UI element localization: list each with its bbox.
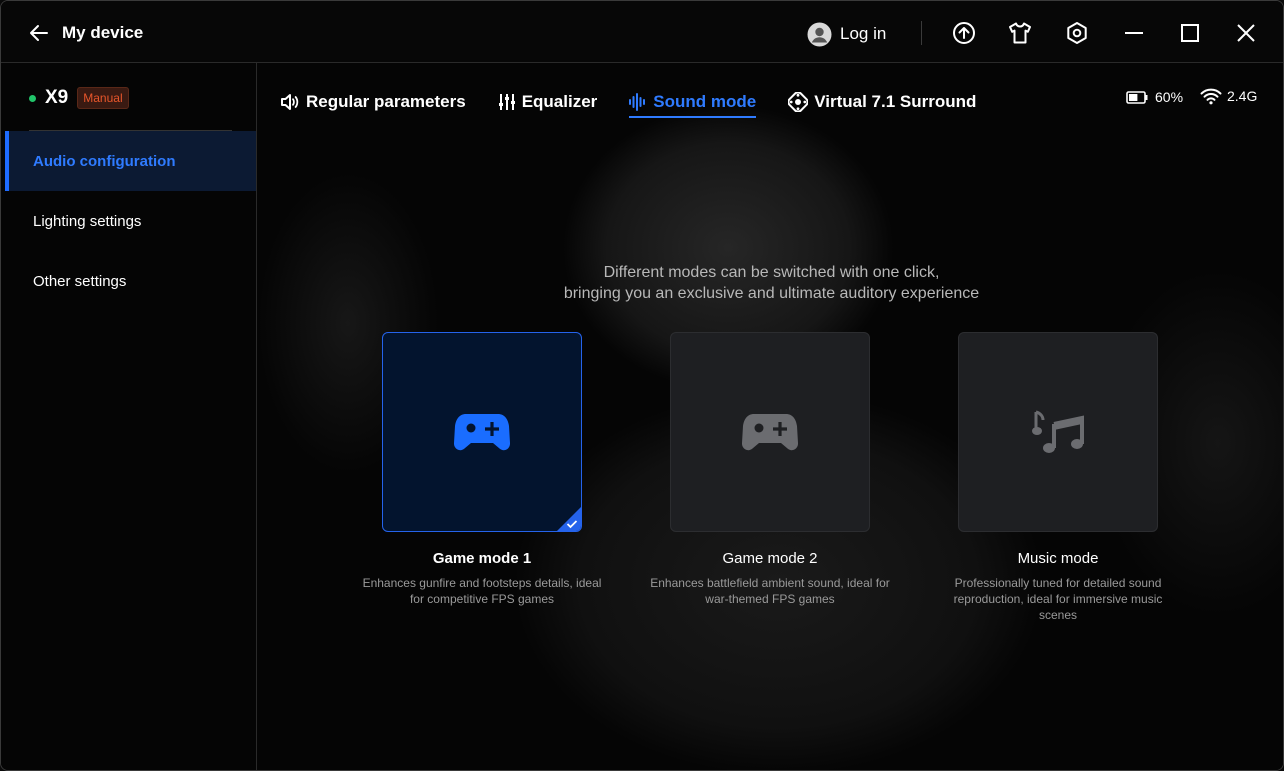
mode-badge: Manual xyxy=(77,87,129,109)
mode-card-game-1[interactable] xyxy=(382,332,582,532)
login-button[interactable]: Log in xyxy=(807,20,886,48)
maximize-button[interactable] xyxy=(1177,20,1203,46)
mode-card-music[interactable] xyxy=(958,332,1158,532)
equalizer-icon xyxy=(498,94,515,110)
app-window: My device Log in X9 Manual Audio configu… xyxy=(0,0,1284,771)
mode-title: Game mode 2 xyxy=(722,550,818,567)
tab-label: Regular parameters xyxy=(306,92,466,111)
sidebar: X9 Manual Audio configuration Lighting s… xyxy=(1,63,257,770)
maximize-icon xyxy=(1181,24,1199,42)
title-bar: My device Log in xyxy=(1,1,1283,63)
tab-label: Equalizer xyxy=(521,92,598,111)
device-name: X9 xyxy=(45,87,69,108)
mode-title: Game mode 1 xyxy=(432,550,532,567)
battery-status: 60% xyxy=(1126,89,1183,105)
tab-regular-parameters[interactable]: Regular parameters xyxy=(280,89,466,115)
back-button[interactable] xyxy=(25,19,53,47)
main-content: Regular parameters Equalizer Sound mode … xyxy=(258,63,1283,770)
tab-bar: Regular parameters Equalizer Sound mode … xyxy=(280,89,1008,118)
sidebar-item-label: Lighting settings xyxy=(33,212,142,230)
wifi-icon xyxy=(1200,88,1222,105)
intro-line-2: bringing you an exclusive and ultimate a… xyxy=(563,285,980,302)
upload-circle-icon xyxy=(953,22,975,44)
user-avatar-icon xyxy=(807,22,832,46)
settings-button[interactable] xyxy=(1064,20,1090,46)
checkmark-icon xyxy=(566,520,578,529)
mode-title: Music mode xyxy=(1017,550,1099,567)
soundwave-icon xyxy=(629,93,646,111)
hexagon-settings-icon xyxy=(1067,22,1087,44)
minimize-button[interactable] xyxy=(1121,20,1147,46)
intro-line-1: Different modes can be switched with one… xyxy=(603,264,940,281)
connection-type-label: 2.4G xyxy=(1227,88,1258,104)
gamepad-icon xyxy=(742,414,798,451)
device-header: X9 Manual xyxy=(29,87,129,109)
tab-virtual-surround[interactable]: Virtual 7.1 Surround xyxy=(788,89,976,115)
tab-equalizer[interactable]: Equalizer xyxy=(498,89,598,115)
wireless-status: 2.4G xyxy=(1200,87,1257,105)
battery-level-label: 60% xyxy=(1155,89,1184,105)
intro-text: Different modes can be switched with one… xyxy=(258,262,1283,304)
gamepad-icon xyxy=(454,414,510,451)
tshirt-icon xyxy=(1009,22,1031,44)
sidebar-item-lighting-settings[interactable]: Lighting settings xyxy=(5,191,256,251)
tab-sound-mode[interactable]: Sound mode xyxy=(629,89,757,118)
sidebar-item-audio-configuration[interactable]: Audio configuration xyxy=(5,131,256,191)
mode-description: Professionally tuned for detailed sound … xyxy=(953,576,1163,622)
surround-icon xyxy=(788,92,809,112)
page-title: My device xyxy=(62,23,144,42)
sidebar-item-other-settings[interactable]: Other settings xyxy=(5,251,256,311)
connection-status-dot xyxy=(29,94,36,102)
mode-description: Enhances battlefield ambient sound, idea… xyxy=(650,576,890,606)
speaker-icon xyxy=(281,94,299,110)
close-button[interactable] xyxy=(1233,20,1259,46)
music-notes-icon xyxy=(1032,410,1084,453)
battery-icon xyxy=(1126,90,1148,104)
login-label: Log in xyxy=(840,24,887,43)
mode-card-game-2[interactable] xyxy=(670,332,870,532)
tab-label: Virtual 7.1 Surround xyxy=(814,92,977,111)
sidebar-item-label: Other settings xyxy=(33,272,127,290)
skin-button[interactable] xyxy=(1007,20,1033,46)
mode-description: Enhances gunfire and footsteps details, … xyxy=(362,576,602,606)
arrow-left-icon xyxy=(30,25,48,41)
sidebar-item-label: Audio configuration xyxy=(33,152,176,170)
titlebar-divider xyxy=(921,21,922,45)
tab-label: Sound mode xyxy=(653,92,757,111)
close-icon xyxy=(1237,24,1255,42)
upload-button[interactable] xyxy=(951,20,977,46)
minimize-icon xyxy=(1125,32,1143,34)
